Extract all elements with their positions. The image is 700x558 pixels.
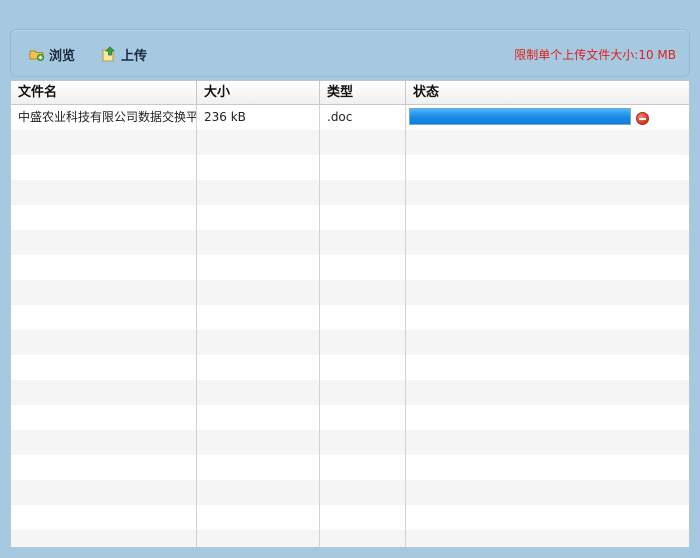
upload-label: 上传 [121,48,148,64]
empty-row [11,505,689,530]
empty-row [11,130,689,155]
file-rows: 中盛农业科技有限公司数据交换平 236 kB .doc [11,105,689,547]
empty-row [11,255,689,280]
upload-toolbar: 浏览 上传 限制单个上传文件大小:10 MB [10,29,690,77]
empty-row [11,180,689,205]
file-type-cell: .doc [327,110,353,124]
table-row[interactable]: 中盛农业科技有限公司数据交换平 236 kB .doc [11,105,689,130]
column-header-status[interactable]: 状态 [406,81,689,105]
column-divider [405,105,406,547]
upload-progress-bar [409,108,631,125]
empty-row [11,380,689,405]
column-divider [319,105,320,547]
empty-row [11,430,689,455]
browse-label: 浏览 [49,48,76,64]
size-limit-text: 限制单个上传文件大小:10 MB [514,48,676,62]
upload-progress-fill [410,109,630,124]
empty-row [11,480,689,505]
grid-header: 文件名 大小 类型 状态 [11,81,689,105]
empty-row [11,305,689,330]
upload-icon [101,46,117,62]
browse-button[interactable]: 浏览 [29,44,75,64]
column-header-filename[interactable]: 文件名 [11,81,197,105]
column-header-type[interactable]: 类型 [320,81,406,105]
column-header-size[interactable]: 大小 [197,81,320,105]
empty-row [11,155,689,180]
empty-row [11,355,689,380]
empty-row [11,280,689,305]
file-size-cell: 236 kB [204,110,246,124]
file-grid: 文件名 大小 类型 状态 中盛农业科技有限公司数据交换平 236 kB .doc [10,80,690,548]
remove-icon[interactable] [636,112,649,125]
empty-row [11,405,689,430]
browse-folder-icon [29,46,45,62]
empty-row [11,230,689,255]
column-divider [196,105,197,547]
empty-row [11,455,689,480]
file-name-cell: 中盛农业科技有限公司数据交换平 [18,110,197,124]
empty-row [11,330,689,355]
empty-row [11,530,689,547]
empty-row [11,205,689,230]
upload-button[interactable]: 上传 [101,44,147,64]
